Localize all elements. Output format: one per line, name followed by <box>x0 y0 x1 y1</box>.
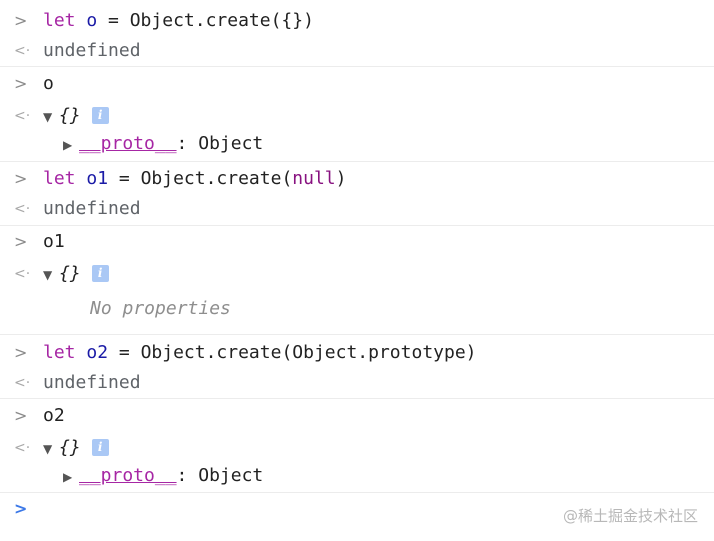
proto-key: __proto__ <box>79 465 177 486</box>
input-chevron-icon: > <box>14 11 28 30</box>
expand-triangle-icon[interactable]: ▼ <box>43 434 59 464</box>
object-preview[interactable]: {} <box>59 105 81 126</box>
assign-operator: = <box>97 10 130 31</box>
proto-separator: : <box>176 133 199 154</box>
info-icon[interactable]: i <box>91 439 109 456</box>
call-expression: Object.create(Object.prototype) <box>140 342 477 363</box>
variable-name: o1 <box>86 168 109 189</box>
object-property-row[interactable]: ▶ __proto__: Object <box>0 129 714 159</box>
devtools-console: > let o = Object.create({}) <· undefined… <box>0 0 714 541</box>
info-icon[interactable]: i <box>91 265 109 282</box>
input-expression: o1 <box>43 231 65 252</box>
input-chevron-icon: > <box>14 232 28 251</box>
entry-divider <box>0 161 714 162</box>
proto-value: Object <box>198 133 264 154</box>
input-chevron-icon: > <box>14 74 28 93</box>
console-input-line[interactable]: > o <box>0 69 714 99</box>
proto-key: __proto__ <box>79 133 177 154</box>
entry-divider <box>0 334 714 335</box>
assign-operator: = <box>108 168 141 189</box>
result-value: undefined <box>43 198 141 219</box>
collapse-triangle-icon[interactable]: ▶ <box>63 462 79 492</box>
result-value: undefined <box>43 40 141 61</box>
entry-divider <box>0 225 714 226</box>
console-result-line: <· ▼{} i <box>0 101 714 131</box>
console-input-line[interactable]: > let o = Object.create({}) <box>0 6 714 36</box>
no-properties-label: No properties <box>90 298 231 319</box>
object-property-row[interactable]: ▶ __proto__: Object <box>0 461 714 491</box>
entry-divider <box>0 66 714 67</box>
input-chevron-icon: > <box>14 343 28 362</box>
call-expression: Object.create({}) <box>129 10 314 31</box>
null-literal: null <box>292 168 336 189</box>
console-result-line: <· undefined <box>0 194 714 224</box>
keyword-let: let <box>43 168 76 189</box>
object-preview[interactable]: {} <box>59 263 81 284</box>
variable-name: o <box>86 10 98 31</box>
console-input-line[interactable]: > o2 <box>0 401 714 431</box>
result-value: undefined <box>43 372 141 393</box>
input-expression: o2 <box>43 405 65 426</box>
input-chevron-icon: > <box>14 406 28 425</box>
no-properties-row: No properties <box>0 294 714 324</box>
result-arrow-icon: <· <box>14 440 31 456</box>
collapse-triangle-icon[interactable]: ▶ <box>63 130 79 160</box>
console-result-line: <· ▼{} i <box>0 259 714 289</box>
expand-triangle-icon[interactable]: ▼ <box>43 260 59 290</box>
result-arrow-icon: <· <box>14 108 31 124</box>
expand-triangle-icon[interactable]: ▼ <box>43 102 59 132</box>
result-arrow-icon: <· <box>14 375 31 391</box>
entry-divider <box>0 492 714 493</box>
proto-separator: : <box>176 465 199 486</box>
keyword-let: let <box>43 10 76 31</box>
console-result-line: <· undefined <box>0 368 714 398</box>
object-preview[interactable]: {} <box>59 437 81 458</box>
console-input-line[interactable]: > let o2 = Object.create(Object.prototyp… <box>0 338 714 368</box>
input-expression: o <box>43 73 54 94</box>
result-arrow-icon: <· <box>14 266 31 282</box>
console-result-line: <· undefined <box>0 36 714 66</box>
console-input-line[interactable]: > o1 <box>0 227 714 257</box>
info-icon[interactable]: i <box>91 107 109 124</box>
console-input-line[interactable]: > let o1 = Object.create(null) <box>0 164 714 194</box>
call-expression-start: Object.create( <box>140 168 293 189</box>
result-arrow-icon: <· <box>14 43 31 59</box>
variable-name: o2 <box>86 342 109 363</box>
proto-value: Object <box>198 465 264 486</box>
assign-operator: = <box>108 342 141 363</box>
keyword-let: let <box>43 342 76 363</box>
entry-divider <box>0 398 714 399</box>
result-arrow-icon: <· <box>14 201 31 217</box>
watermark: @稀土掘金技术社区 <box>562 507 698 525</box>
input-chevron-icon: > <box>14 169 28 188</box>
prompt-chevron-icon: > <box>14 499 28 518</box>
console-result-line: <· ▼{} i <box>0 433 714 463</box>
call-expression-end: ) <box>335 168 347 189</box>
